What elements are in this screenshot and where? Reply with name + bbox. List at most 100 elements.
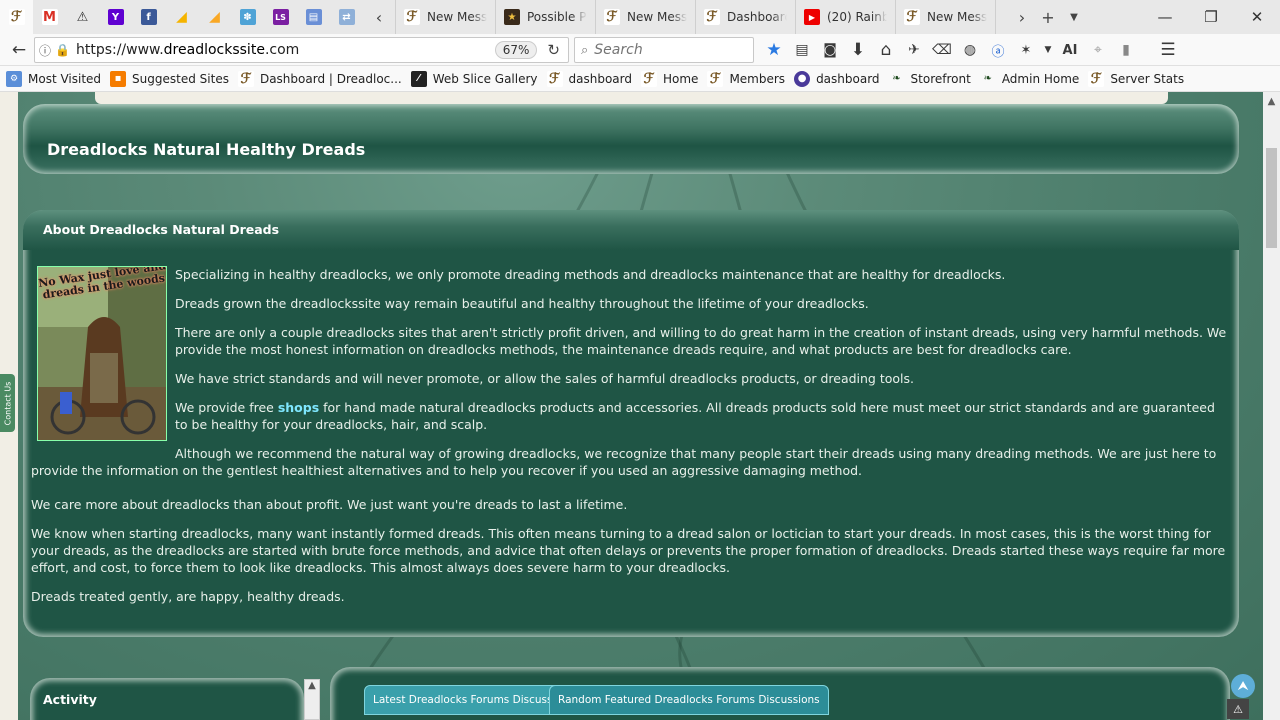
tab-list-button[interactable]: ▼ xyxy=(1061,0,1087,34)
plus-icon: + xyxy=(1041,7,1055,27)
p5-text-post: for hand made natural dreadlocks product… xyxy=(175,400,1215,432)
tab-youtube[interactable]: ▶ (20) Rainbo xyxy=(795,0,895,34)
bookmark-label: Home xyxy=(663,71,699,86)
bookmark-admin-home[interactable]: ❧ Admin Home xyxy=(980,71,1080,87)
banner-panel: Dreadlocks Natural Healthy Dreads xyxy=(23,104,1239,174)
home-button[interactable]: ⌂ xyxy=(872,36,900,64)
reload-icon[interactable]: ↻ xyxy=(547,41,560,59)
tab-scroll-right-button[interactable]: › xyxy=(1009,0,1035,34)
dreadlocks-favicon: ℱ xyxy=(8,9,25,25)
minimize-button[interactable]: — xyxy=(1142,0,1188,34)
restore-button[interactable]: ❐ xyxy=(1188,0,1234,34)
pocket-button[interactable]: ◙ xyxy=(816,36,844,64)
bookmark-dashboard-2[interactable]: ● dashboard xyxy=(794,70,880,87)
bookmark-star-button[interactable]: ★ xyxy=(760,36,788,64)
bookmark-dashboard-dreadlocks[interactable]: ℱ Dashboard | Dreadloc... xyxy=(237,70,402,87)
about-paragraph-5: We provide free shops for hand made natu… xyxy=(31,399,1231,433)
bookmark-label: Server Stats xyxy=(1110,71,1185,86)
dreadlocks-favicon: ℱ xyxy=(641,70,657,87)
page-title: Dreadlocks Natural Healthy Dreads xyxy=(47,140,366,159)
extension-button[interactable]: ✶ xyxy=(1012,36,1040,64)
pinned-tab-facebook[interactable]: f xyxy=(132,0,165,34)
tab-new-message-2[interactable]: ℱ New Messa xyxy=(595,0,695,34)
close-button[interactable]: ✕ xyxy=(1234,0,1280,34)
activity-title: Activity xyxy=(43,692,97,707)
gmail-icon: M xyxy=(41,9,58,25)
tab-new-message-1[interactable]: ℱ New Messa xyxy=(395,0,495,34)
pinned-tab-dreadlocks[interactable]: ℱ xyxy=(0,0,33,34)
notes-button[interactable]: ▮ xyxy=(1112,36,1140,64)
zoom-indicator[interactable]: 67% xyxy=(494,41,538,59)
bookmark-server-stats[interactable]: ℱ Server Stats xyxy=(1088,70,1185,87)
pinned-tab-drive[interactable]: ◢ xyxy=(165,0,198,34)
tab-possible[interactable]: ★ Possible Pr xyxy=(495,0,595,34)
close-icon: ✕ xyxy=(1250,8,1264,26)
puzzle-icon: ✽ xyxy=(239,9,256,25)
bookmark-web-slice[interactable]: ⁄ Web Slice Gallery xyxy=(410,70,538,87)
pinned-tab-warning[interactable]: ⚠ xyxy=(66,0,99,34)
tab-random-featured-discussions[interactable]: Random Featured Dreadlocks Forums Discus… xyxy=(549,685,829,715)
dreadlocks-favicon: ℱ xyxy=(604,9,620,25)
search-bar[interactable]: ⌕ xyxy=(574,37,754,63)
google-drive-icon: ◢ xyxy=(176,9,187,25)
pinned-tab-analytics[interactable]: ◢ xyxy=(198,0,231,34)
dreadlocks-favicon: ℱ xyxy=(904,9,920,25)
search-input[interactable] xyxy=(594,42,735,58)
ls-icon: LS xyxy=(272,9,289,25)
back-button[interactable]: ← xyxy=(5,36,33,64)
overflow-chevron[interactable]: ▼ xyxy=(1040,36,1056,64)
activity-scroll-up-button[interactable]: ▲ xyxy=(304,679,320,720)
bookmark-label: Dashboard | Dreadloc... xyxy=(259,71,402,86)
globe-button[interactable]: ◍ xyxy=(956,36,984,64)
downloads-button[interactable]: ⬇ xyxy=(844,36,872,64)
bookmark-label: Storefront xyxy=(910,71,971,86)
contact-us-tab[interactable]: Contact Us xyxy=(0,374,15,432)
url-bar[interactable]: ⓘ 🔒 https://www.dreadlockssite.com 67% ↻ xyxy=(34,37,569,63)
about-paragraph-8: We know when starting dreadlocks, many w… xyxy=(31,526,1226,575)
pinned-tab-yahoo[interactable]: Y xyxy=(99,0,132,34)
menu-button[interactable]: ☰ xyxy=(1154,36,1182,64)
reading-list-button[interactable]: ▤ xyxy=(788,36,816,64)
chevron-down-icon: ▼ xyxy=(1070,11,1078,23)
account-button[interactable]: ⓐ xyxy=(984,36,1012,64)
paper-plane-icon: ✈ xyxy=(908,42,920,58)
bookmark-most-visited[interactable]: ⚙ Most Visited xyxy=(6,70,101,87)
about-paragraph-4: We have strict standards and will never … xyxy=(175,371,914,386)
tab-scroll-left-button[interactable]: ‹ xyxy=(363,0,395,34)
bookmark-suggested-sites[interactable]: ▪ Suggested Sites xyxy=(110,70,229,87)
tab-partial[interactable] xyxy=(995,0,1009,34)
calendar-icon: ▤ xyxy=(305,9,322,25)
back-to-top-button[interactable]: ⮝ xyxy=(1231,674,1255,698)
bookmark-storefront[interactable]: ❧ Storefront xyxy=(889,71,971,87)
scroll-up-arrow[interactable]: ▲ xyxy=(1263,92,1280,110)
bookmark-members[interactable]: ℱ Members xyxy=(707,70,785,87)
pinned-tab-calendar[interactable]: ▤ xyxy=(297,0,330,34)
pinned-tab-arrow[interactable]: ⇄ xyxy=(330,0,363,34)
pinned-tab-gmail[interactable]: M xyxy=(33,0,66,34)
pinned-tab-puzzle[interactable]: ✽ xyxy=(231,0,264,34)
tab-dashboard[interactable]: ℱ Dashboard xyxy=(695,0,795,34)
search-icon: ⌕ xyxy=(581,42,589,58)
at-sign-icon: ⓐ xyxy=(991,44,1005,60)
ai-button[interactable]: AI xyxy=(1056,36,1084,64)
new-tab-button[interactable]: + xyxy=(1035,0,1061,34)
bookmark-dashboard-1[interactable]: ℱdashboard xyxy=(546,70,632,87)
target-button[interactable]: ⌖ xyxy=(1084,36,1112,64)
pinned-tab-ls[interactable]: LS xyxy=(264,0,297,34)
warning-badge[interactable]: ⚠ xyxy=(1227,699,1249,719)
url-text[interactable]: https://www.dreadlockssite.com xyxy=(76,42,495,58)
yahoo-icon: Y xyxy=(107,9,124,25)
tab-new-message-3[interactable]: ℱ New Messa xyxy=(895,0,995,34)
suggested-sites-icon: ▪ xyxy=(110,70,127,87)
shops-link[interactable]: shops xyxy=(278,400,319,415)
send-button[interactable]: ✈ xyxy=(900,36,928,64)
notes-icon: ▮ xyxy=(1122,42,1130,58)
chevron-right-icon: › xyxy=(1018,7,1026,27)
eraser-button[interactable]: ⌫ xyxy=(928,36,956,64)
info-icon: ⓘ xyxy=(39,43,52,58)
page-scrollbar[interactable]: ▲ xyxy=(1263,92,1280,720)
header-strip xyxy=(95,92,1168,104)
contact-us-label: Contact Us xyxy=(3,381,13,425)
bookmark-home[interactable]: ℱ Home xyxy=(641,70,699,87)
scrollbar-thumb[interactable] xyxy=(1266,148,1277,248)
